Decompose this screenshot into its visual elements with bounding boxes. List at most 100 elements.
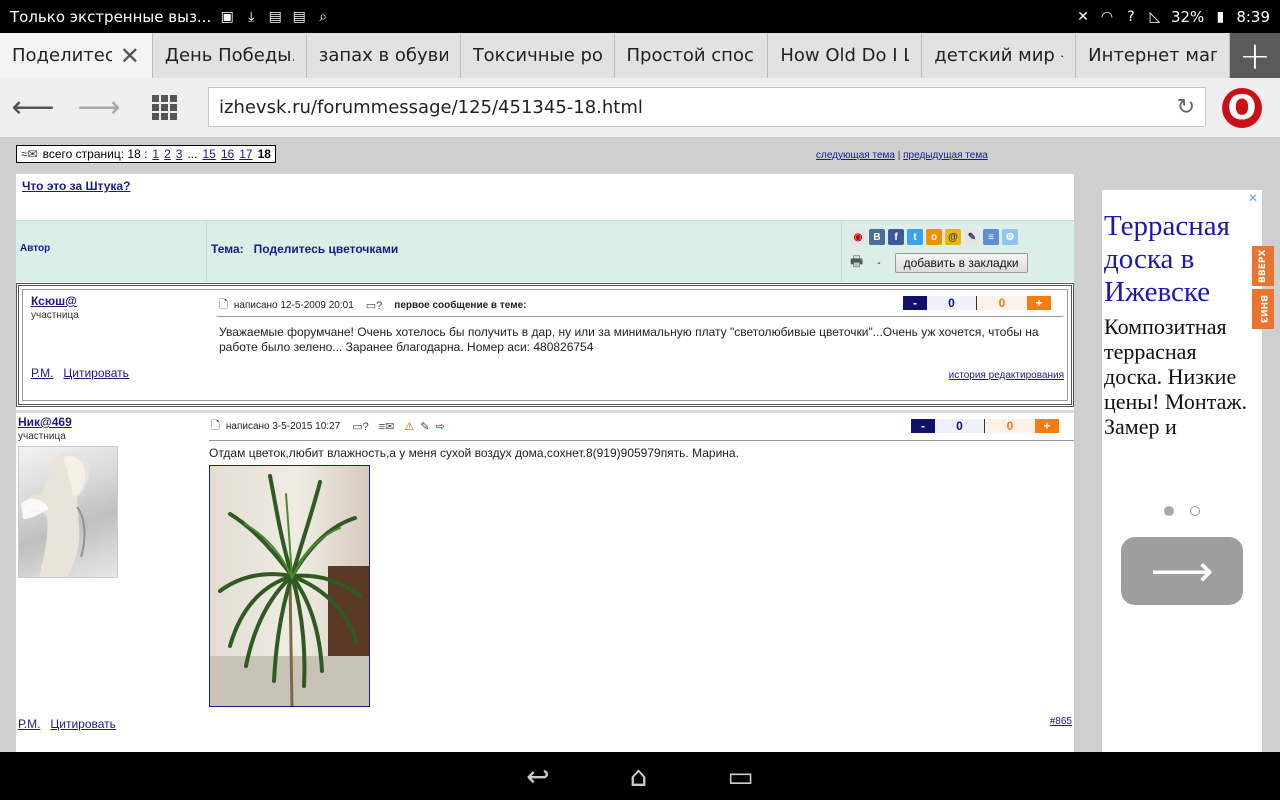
bookmark-row: 🖶 - добавить в закладки	[850, 251, 1066, 275]
settings-icon[interactable]: ⚙	[1002, 229, 1018, 245]
related-topic: Что это за Штука?	[16, 174, 1074, 220]
page-link[interactable]: 16	[221, 147, 234, 161]
topic-label: Тема:	[211, 242, 244, 256]
page-link[interactable]: 3	[176, 147, 183, 161]
page-link[interactable]: 1	[152, 147, 159, 161]
tab-active[interactable]: Поделитесь ✕	[0, 33, 153, 78]
first-post: Ксюш@ участница 🗋 написано 12-5-2009 20:…	[16, 283, 1074, 407]
quote-link[interactable]: Цитировать	[50, 717, 116, 731]
rate-minus-button[interactable]: -	[903, 296, 927, 310]
divider	[209, 440, 1074, 441]
scroll-up-button[interactable]: ВВЕРХ	[1252, 246, 1274, 286]
vk-icon[interactable]: B	[869, 229, 885, 245]
tab-label: запах в обуви - П	[318, 45, 448, 66]
battery-icon: ▮	[1216, 8, 1225, 25]
rate-plus-button[interactable]: +	[1027, 296, 1051, 310]
livejournal-icon[interactable]: ✎	[964, 229, 980, 245]
facebook-icon[interactable]: f	[888, 229, 904, 245]
pm-link[interactable]: Р.М.	[18, 717, 40, 731]
reload-icon[interactable]: ↻	[1177, 95, 1195, 120]
author-name[interactable]: Ксюш@	[31, 294, 79, 308]
post-actions: Р.М. Цитировать	[18, 717, 116, 731]
topic-header: Тема: Поделитесь цветочками	[207, 221, 842, 282]
back-button[interactable]: ⟵	[0, 78, 66, 138]
tab-6[interactable]: How Old Do I Look	[768, 33, 923, 78]
ad-banner[interactable]: ✕ Террасная доска в Ижевске Композитная …	[1102, 190, 1262, 752]
battery-level: 32%	[1170, 7, 1205, 26]
ad-go-button[interactable]: ⟶	[1121, 537, 1243, 605]
opera-menu-button[interactable]: O	[1222, 88, 1262, 128]
arrow-left-icon: ⟵	[11, 90, 55, 125]
ad-title[interactable]: Террасная доска в Ижевске	[1104, 210, 1262, 309]
author-role: участница	[18, 431, 66, 442]
topic-navigation: следующая тема | предыдущая тема	[816, 150, 988, 161]
reply-icon[interactable]: ⇨	[435, 420, 444, 433]
close-icon[interactable]: ✕	[120, 42, 140, 70]
post-actions: Р.М. Цитировать	[31, 366, 129, 380]
page-link[interactable]: 17	[239, 147, 252, 161]
forward-button[interactable]: ⟶	[66, 78, 132, 138]
quote-link[interactable]: Цитировать	[63, 366, 129, 380]
profile-card-icon[interactable]: ▭?	[366, 299, 383, 312]
url-input[interactable]: izhevsk.ru/forummessage/125/451345-18.ht…	[208, 87, 1206, 127]
status-bar: Только экстренные выз... ▣ ⤓ ▤ ▤ ⌕ ✕ ◠ ?…	[0, 0, 1280, 33]
tab-2[interactable]: День Победы. 70	[152, 33, 307, 78]
tab-8[interactable]: Интернет магази	[1076, 33, 1230, 78]
post-date: написано 3-5-2015 10:27	[225, 421, 341, 432]
printer-icon[interactable]: 🖶	[850, 251, 863, 275]
twitter-icon[interactable]: t	[907, 229, 923, 245]
next-topic-link[interactable]: следующая тема	[816, 150, 895, 161]
edit-icon[interactable]: ✎	[420, 420, 429, 433]
post-author: Ник@469 участница	[18, 415, 72, 442]
tab-3[interactable]: запах в обуви - П	[306, 33, 461, 78]
odnoklassniki-icon[interactable]: o	[926, 229, 942, 245]
tab-4[interactable]: Токсичные родит	[460, 33, 615, 78]
rating-positive: 0	[985, 419, 1035, 433]
warning-icon[interactable]: ⚠	[404, 420, 414, 433]
pm-link[interactable]: Р.М.	[31, 366, 53, 380]
arrow-right-icon: ⟶	[1150, 546, 1214, 596]
post-meta: 🗋 написано 12-5-2009 20:01 ▭? первое соо…	[219, 296, 526, 315]
notification-text: Только экстренные выз...	[10, 7, 212, 26]
rate-minus-button[interactable]: -	[911, 419, 935, 433]
prev-topic-link[interactable]: предыдущая тема	[903, 150, 988, 161]
add-bookmark-button[interactable]: добавить в закладки	[894, 253, 1028, 273]
plus-icon: +	[1239, 33, 1271, 78]
tab-label: День Победы. 70	[164, 45, 294, 66]
tab-7[interactable]: детский мир - По	[922, 33, 1077, 78]
rate-plus-button[interactable]: +	[1035, 419, 1059, 433]
mailru-icon[interactable]: @	[945, 229, 961, 245]
page-link[interactable]: 2	[164, 147, 171, 161]
page-link[interactable]: 15	[202, 147, 215, 161]
post-number-link[interactable]: #865	[1050, 716, 1072, 727]
plant-photo[interactable]	[209, 465, 370, 707]
scroll-down-button[interactable]: ВНИЗ	[1252, 289, 1274, 329]
envelope-icon: ≈✉	[21, 147, 38, 161]
sound-icon[interactable]: ◉	[850, 229, 866, 245]
home-icon[interactable]: ⌂	[630, 760, 648, 793]
search-icon: ⌕	[319, 8, 328, 25]
new-tab-button[interactable]: +	[1230, 33, 1280, 78]
system-nav-bar: ↩ ⌂ ▭	[0, 752, 1280, 800]
edit-history-link[interactable]: история редактирования	[949, 370, 1064, 381]
close-icon[interactable]: ✕	[1248, 191, 1258, 206]
liveinternet-icon[interactable]: ≡	[983, 229, 999, 245]
tab-label: детский мир - По	[934, 45, 1063, 66]
screenshot-icon: ▤	[268, 8, 282, 25]
arrow-right-icon: ⟶	[77, 90, 121, 125]
related-topic-link[interactable]: Что это за Штука?	[22, 179, 130, 193]
back-icon[interactable]: ↩	[526, 760, 549, 793]
tab-5[interactable]: Простой способ	[614, 33, 769, 78]
clock: 8:39	[1236, 7, 1270, 26]
rating-positive: 0	[977, 296, 1027, 310]
image-icon: ▣	[220, 8, 234, 25]
carousel-dot[interactable]	[1164, 506, 1174, 516]
carousel-dot[interactable]	[1190, 506, 1200, 516]
author-name[interactable]: Ник@469	[18, 415, 72, 429]
speed-dial-button[interactable]	[132, 78, 198, 138]
pages-label: всего страниц: 18 :	[42, 147, 148, 161]
message-icon[interactable]: ≡✉	[379, 420, 395, 433]
profile-card-icon[interactable]: ▭?	[352, 420, 369, 433]
bookmark-prefix: -	[877, 257, 881, 269]
recent-apps-icon[interactable]: ▭	[727, 760, 753, 793]
